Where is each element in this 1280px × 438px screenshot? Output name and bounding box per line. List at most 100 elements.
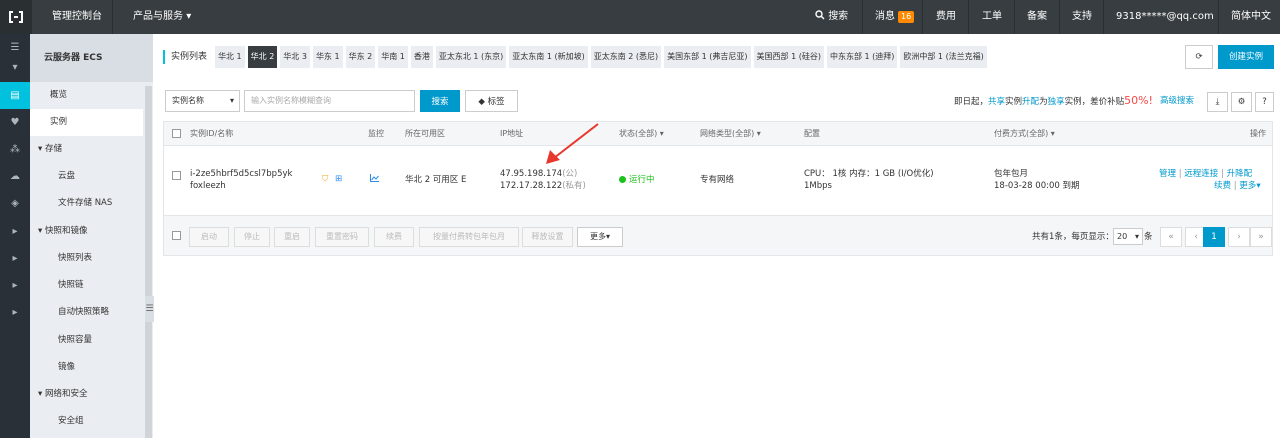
upgrade-link[interactable]: 升降配 — [1227, 169, 1253, 179]
row-checkbox[interactable] — [172, 171, 181, 180]
promo-share-link[interactable]: 共享 — [988, 97, 1005, 107]
region-tab[interactable]: 香港 — [410, 46, 433, 68]
help-button[interactable]: ? — [1255, 92, 1274, 112]
region-tab[interactable]: 亚太东北 1 (东京) — [435, 46, 507, 68]
create-instance-button[interactable]: 创建实例 — [1218, 45, 1274, 69]
renew-link[interactable]: 续费 — [1214, 181, 1231, 191]
expand-arrow-icon[interactable]: ▸ — [0, 245, 30, 272]
promo-upgrade-link[interactable]: 升配 — [1022, 97, 1039, 107]
renew-button[interactable]: 续费 — [374, 227, 414, 247]
release-settings-button[interactable]: 释放设置 — [522, 227, 573, 247]
region-tab[interactable]: 亚太东南 2 (悉尼) — [590, 46, 662, 68]
sidebar-item-auto-snapshot[interactable]: 自动快照策略 — [30, 299, 143, 326]
remote-connect-link[interactable]: 远程连接 — [1184, 169, 1218, 179]
sidebar-item-images[interactable]: 镜像 — [30, 354, 143, 381]
sidebar-item-snapshot-list[interactable]: 快照列表 — [30, 245, 143, 272]
page-size-value: 20 — [1117, 232, 1128, 241]
support-link[interactable]: 支持 — [1072, 0, 1092, 34]
billing-link[interactable]: 费用 — [936, 0, 956, 34]
sidebar-group-network[interactable]: ▾ 网络和安全 — [30, 381, 143, 408]
sidebar-item-snapshot-capacity[interactable]: 快照容量 — [30, 327, 143, 354]
export-button[interactable]: ⤓ — [1207, 92, 1228, 112]
console-link[interactable]: 管理控制台 — [52, 0, 102, 34]
refresh-button[interactable]: ⟳ — [1185, 45, 1213, 69]
manage-link[interactable]: 管理 — [1159, 169, 1176, 179]
chevron-down-icon[interactable]: ▾ — [0, 54, 30, 81]
stop-button[interactable]: 停止 — [234, 227, 270, 247]
search-submit-button[interactable]: 搜索 — [420, 90, 460, 112]
search-input[interactable]: 输入实例名称模糊查询 — [244, 90, 415, 112]
more-batch-button[interactable]: 更多▾ — [577, 227, 623, 247]
region-tab[interactable]: 亚太东南 1 (新加坡) — [509, 46, 588, 68]
region-tab[interactable]: 华东 1 — [312, 46, 343, 68]
region-tab[interactable]: 华北 3 — [280, 46, 310, 68]
region-tab[interactable]: 美国东部 1 (弗吉尼亚) — [664, 46, 751, 68]
language-menu[interactable]: 简体中文 — [1231, 0, 1271, 34]
column-header-label: 网络类型(全部) — [700, 129, 755, 138]
sidebar-item-snapshot-chain[interactable]: 快照链 — [30, 272, 143, 299]
advanced-search-link[interactable]: 高级搜索 — [1160, 92, 1194, 110]
region-tab[interactable]: 欧洲中部 1 (法兰克福) — [900, 46, 987, 68]
column-header-id: 实例ID/名称 — [190, 129, 234, 138]
sidebar-scrollbar[interactable] — [145, 86, 152, 438]
table-row: i-2ze5hbrf5d5csl7bp5yk foxleezh ⛉ ⊞ 华北 2… — [164, 146, 1272, 216]
tickets-link[interactable]: 工单 — [982, 0, 1002, 34]
column-header-network[interactable]: 网络类型(全部) ▾ — [700, 122, 761, 146]
promo-exclusive-link[interactable]: 独享 — [1048, 97, 1065, 107]
network-icon[interactable]: ⁂ — [0, 136, 30, 163]
column-header-status[interactable]: 状态(全部) ▾ — [619, 122, 664, 146]
settings-button[interactable]: ⚙ — [1231, 92, 1252, 112]
sidebar-item-nas[interactable]: 文件存储 NAS — [30, 190, 143, 217]
ecs-icon[interactable]: ▤ — [0, 82, 30, 109]
sidebar-group-snapshots[interactable]: ▾ 快照和镜像 — [30, 218, 143, 245]
icp-link[interactable]: 备案 — [1027, 0, 1047, 34]
expand-arrow-icon[interactable]: ▸ — [0, 218, 30, 245]
region-tab[interactable]: 华东 2 — [345, 46, 376, 68]
tag-filter-button[interactable]: ◆ 标签 — [465, 90, 518, 112]
collapse-sidebar-icon[interactable]: ☰ — [145, 296, 154, 322]
expand-arrow-icon[interactable]: ▸ — [0, 299, 30, 326]
start-button[interactable]: 启动 — [189, 227, 229, 247]
search-button[interactable]: 搜索 — [815, 0, 848, 34]
instance-id-link[interactable]: i-2ze5hbrf5d5csl7bp5yk — [190, 169, 292, 180]
divider: | — [1233, 181, 1237, 191]
region-tab[interactable]: 中东东部 1 (迪拜) — [826, 46, 898, 68]
region-tab[interactable]: 美国西部 1 (硅谷) — [753, 46, 824, 68]
last-page-button[interactable]: » — [1250, 227, 1272, 247]
products-menu[interactable]: 产品与服务 ▾ — [133, 0, 191, 34]
region-tab[interactable]: 华南 1 — [378, 46, 408, 68]
batch-action-bar: 启动 停止 重启 重置密码 续费 按量付费转包年包月 释放设置 更多▾ 共有1条… — [164, 216, 1272, 255]
sidebar-item-overview[interactable]: 概览 — [30, 82, 143, 109]
expand-arrow-icon[interactable]: ▸ — [0, 272, 30, 299]
column-header-billing[interactable]: 付费方式(全部) ▾ — [994, 122, 1055, 146]
restart-button[interactable]: 重启 — [274, 227, 310, 247]
sidebar-item-disks[interactable]: 云盘 — [30, 163, 143, 190]
database-icon[interactable]: ◈ — [0, 190, 30, 217]
monitor-chart-button[interactable] — [370, 174, 379, 186]
next-page-button[interactable]: › — [1228, 227, 1250, 247]
sidebar-item-security-groups[interactable]: 安全组 — [30, 408, 143, 435]
reset-password-button[interactable]: 重置密码 — [315, 227, 369, 247]
caret-down-icon: ▾ — [1050, 129, 1055, 138]
select-all-bottom-checkbox[interactable] — [172, 231, 181, 240]
row-actions: 管理 | 远程连接 | 升降配 — [1159, 169, 1252, 180]
sidebar-group-storage[interactable]: ▾ 存储 — [30, 136, 143, 163]
convert-billing-button[interactable]: 按量付费转包年包月 — [419, 227, 519, 247]
divider: | — [1221, 169, 1224, 179]
messages-link[interactable]: 消息 16 — [875, 0, 915, 34]
column-header-monitor: 监控 — [368, 129, 384, 138]
region-tab[interactable]: 华北 1 — [215, 46, 245, 68]
more-actions-link[interactable]: 更多▾ — [1239, 181, 1260, 191]
cloud-icon[interactable]: ☁ — [0, 163, 30, 190]
sidebar-item-instances[interactable]: 实例 — [30, 109, 143, 136]
shield-icon[interactable]: ♥ — [0, 109, 30, 136]
page-size-select[interactable]: 20 ▾ — [1113, 228, 1143, 245]
select-all-checkbox[interactable] — [172, 129, 181, 138]
table-header: 实例ID/名称 监控 所在可用区 IP地址 状态(全部) ▾ 网络类型(全部) … — [164, 122, 1272, 146]
first-page-button[interactable]: « — [1160, 227, 1182, 247]
search-field-select[interactable]: 实例名称 ▾ — [165, 90, 240, 112]
current-page-button[interactable]: 1 — [1203, 227, 1225, 247]
region-tab-active[interactable]: 华北 2 — [247, 46, 278, 68]
account-menu[interactable]: 9318*****@qq.com — [1116, 0, 1214, 34]
aliyun-logo-icon[interactable] — [0, 0, 32, 34]
